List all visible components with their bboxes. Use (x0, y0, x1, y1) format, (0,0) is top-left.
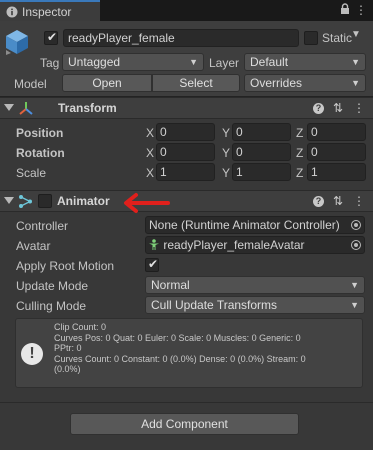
info-line: Clip Count: 0 (54, 322, 107, 332)
lock-icon[interactable] (338, 3, 352, 17)
position-z-field[interactable]: 0 (307, 123, 366, 141)
rotation-y-field[interactable]: 0 (232, 143, 291, 161)
layer-label: Layer (209, 56, 240, 70)
info-text: Clip Count: 0 Curves Pos: 0 Quat: 0 Eule… (54, 322, 359, 375)
position-x-field[interactable]: 0 (156, 123, 215, 141)
rotation-z-field[interactable]: 0 (307, 143, 366, 161)
checkmark-icon: ✔ (47, 30, 58, 44)
avatar-field[interactable]: readyPlayer_femaleAvatar (145, 236, 365, 254)
apply-root-motion-label: Apply Root Motion (16, 259, 115, 273)
avatar-label: Avatar (16, 239, 51, 253)
axis-z-label: Z (296, 126, 304, 140)
info-icon (6, 6, 18, 17)
info-line: Curves Pos: 0 Quat: 0 Euler: 0 Scale: 0 … (54, 332, 301, 343)
axis-z-label: Z (296, 146, 304, 160)
update-mode-dropdown[interactable]: Normal ▼ (145, 276, 365, 294)
object-picker-icon[interactable] (351, 240, 361, 250)
update-mode-value: Normal (151, 278, 190, 292)
checkmark-icon: ✔ (148, 257, 159, 271)
info-icon: ! (21, 343, 43, 365)
menu-icon[interactable]: ⋮ (354, 3, 368, 17)
axis-x-label: X (146, 146, 155, 160)
chevron-down-icon: ▼ (350, 280, 359, 290)
culling-mode-value: Cull Update Transforms (151, 298, 278, 312)
tab-bar: Inspector ⋮ (0, 0, 373, 21)
model-label: Model (14, 77, 47, 91)
scale-label: Scale (16, 166, 47, 180)
gameobject-icon (6, 30, 28, 55)
transform-icon (19, 102, 33, 115)
animator-info-box: ! Clip Count: 0 Curves Pos: 0 Quat: 0 Eu… (15, 318, 363, 388)
object-picker-icon[interactable] (351, 220, 361, 230)
info-line: Curves Count: 0 Constant: 0 (0.0%) Dense… (54, 353, 306, 364)
help-icon[interactable]: ? (313, 196, 324, 207)
culling-mode-label: Culling Mode (16, 299, 87, 313)
foldout-icon[interactable] (4, 197, 14, 204)
help-icon[interactable]: ? (313, 103, 324, 114)
scale-x-field[interactable]: 1 (156, 163, 215, 181)
transform-header[interactable]: Transform ? ⇅ ⋮ (0, 97, 373, 119)
tag-label: Tag (40, 56, 60, 70)
controller-label: Controller (16, 219, 69, 233)
gameobject-header: ✔ readyPlayer_female Static ▼ Tag Untagg… (0, 21, 373, 97)
animator-enabled-checkbox[interactable] (38, 194, 52, 208)
active-checkbox[interactable]: ✔ (44, 30, 58, 45)
tab-inspector[interactable]: Inspector (0, 0, 100, 21)
tab-title: Inspector (22, 4, 72, 19)
axis-x-label: X (146, 166, 155, 180)
chevron-down-icon: ▼ (351, 78, 360, 88)
axis-y-label: Y (222, 126, 231, 140)
controller-value: None (Runtime Animator Controller) (149, 218, 340, 232)
position-label: Position (16, 126, 64, 140)
chevron-down-icon: ▼ (350, 300, 359, 310)
layer-dropdown[interactable]: Default ▼ (244, 53, 366, 71)
scale-z-field[interactable]: 1 (307, 163, 366, 181)
tag-value: Untagged (68, 55, 121, 69)
preset-icon[interactable]: ⇅ (331, 194, 345, 208)
avatar-icon (149, 239, 159, 250)
controller-field[interactable]: None (Runtime Animator Controller) (145, 216, 365, 234)
preset-icon[interactable]: ⇅ (331, 101, 345, 115)
position-y-field[interactable]: 0 (232, 123, 291, 141)
add-component-button[interactable]: Add Component (70, 413, 299, 435)
axis-y-label: Y (222, 146, 231, 160)
animator-title: Animator (57, 194, 110, 208)
divider (0, 402, 373, 403)
axis-z-label: Z (296, 166, 304, 180)
tag-dropdown[interactable]: Untagged ▼ (62, 53, 204, 71)
overrides-value: Overrides (250, 76, 303, 90)
static-checkbox[interactable] (304, 31, 318, 45)
info-line: (0.0%) (54, 364, 81, 374)
context-menu-icon[interactable]: ⋮ (352, 194, 366, 208)
scale-y-field[interactable]: 1 (232, 163, 291, 181)
chevron-down-icon: ▼ (351, 57, 360, 67)
annotation-arrow-icon (124, 193, 170, 213)
context-menu-icon[interactable]: ⋮ (352, 101, 366, 115)
animator-icon (19, 195, 32, 208)
apply-root-motion-checkbox[interactable]: ✔ (145, 257, 159, 272)
overrides-dropdown[interactable]: Overrides ▼ (244, 74, 366, 92)
rotation-x-field[interactable]: 0 (156, 143, 215, 161)
rotation-label: Rotation (16, 146, 65, 160)
layer-value: Default (250, 55, 289, 69)
axis-x-label: X (146, 126, 155, 140)
axis-y-label: Y (222, 166, 231, 180)
select-button[interactable]: Select (152, 74, 240, 92)
open-button[interactable]: Open (62, 74, 152, 92)
culling-mode-dropdown[interactable]: Cull Update Transforms ▼ (145, 296, 365, 314)
chevron-down-icon: ▼ (189, 57, 198, 67)
avatar-value: readyPlayer_femaleAvatar (163, 238, 305, 252)
foldout-icon[interactable] (4, 104, 14, 111)
update-mode-label: Update Mode (16, 279, 89, 293)
info-line: PPtr: 0 (54, 343, 82, 353)
name-field[interactable]: readyPlayer_female (63, 29, 299, 47)
static-label: Static (322, 31, 353, 45)
animator-header[interactable]: Animator ? ⇅ ⋮ (0, 190, 373, 212)
static-dropdown-arrow-icon[interactable]: ▼ (351, 29, 361, 40)
transform-title: Transform (58, 101, 117, 115)
